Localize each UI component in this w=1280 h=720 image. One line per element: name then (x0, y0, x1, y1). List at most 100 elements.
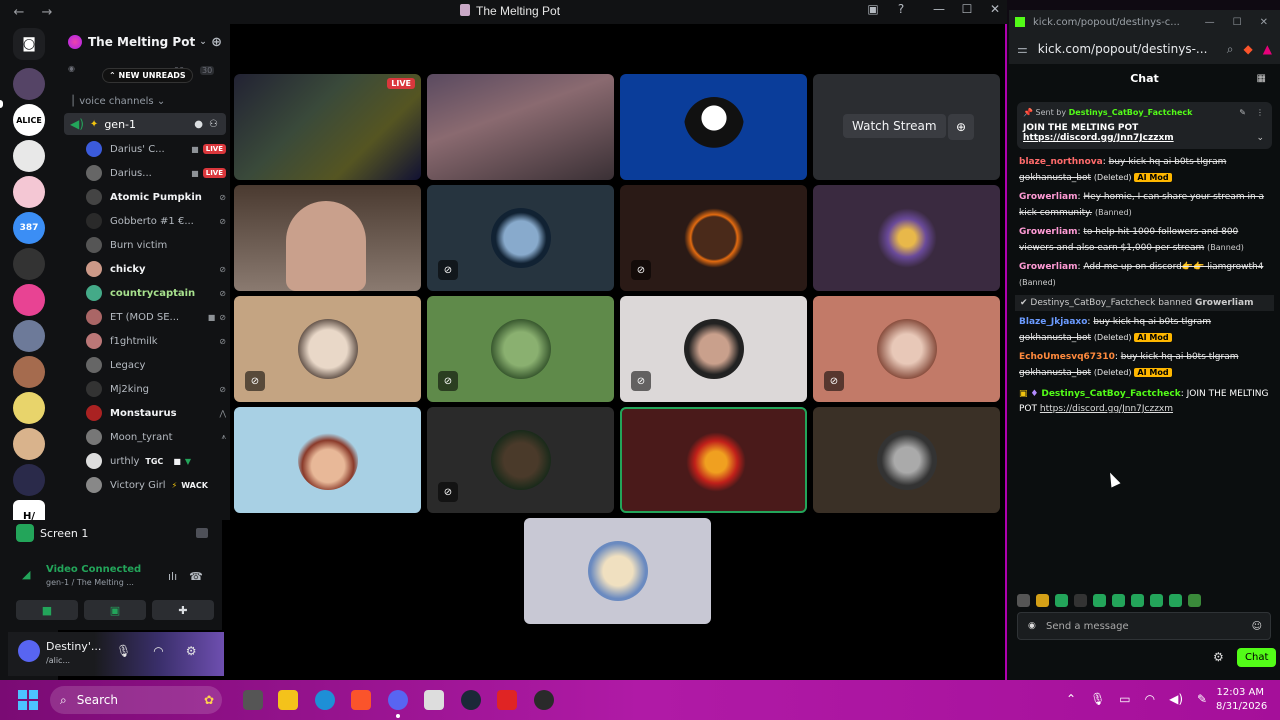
camera-tile[interactable] (234, 185, 421, 291)
noise-suppression-icon[interactable]: ılı (168, 570, 177, 583)
chat-settings-gear-icon[interactable]: ⚙ (1213, 650, 1224, 664)
watch-stream-button[interactable]: Watch Stream (843, 114, 946, 138)
close-screen-icon[interactable] (196, 528, 208, 538)
member-row[interactable]: Mj2king ⊘ (86, 379, 226, 399)
close-icon[interactable]: ✕ (1260, 17, 1268, 28)
server-icon[interactable] (13, 176, 45, 208)
emote-icon[interactable] (1131, 594, 1144, 607)
emote-icon[interactable] (1112, 594, 1125, 607)
emote-icon[interactable] (1093, 594, 1106, 607)
video-tile[interactable]: ⊘ (427, 185, 614, 291)
server-icon[interactable] (13, 68, 45, 100)
headphones-icon[interactable]: ◠ (153, 644, 163, 658)
new-unreads-pill[interactable]: ⌃ NEW UNREADS (102, 68, 193, 83)
voice-status[interactable]: Video Connected (46, 564, 141, 575)
edge-icon[interactable] (315, 690, 335, 710)
invite-user-icon[interactable]: ⊕ (211, 35, 222, 50)
member-row[interactable]: Atomic Pumpkin ⊘ (86, 187, 226, 207)
video-tile[interactable] (813, 407, 1000, 513)
close-icon[interactable]: ✕ (988, 2, 1002, 16)
microphone-icon[interactable]: 🎙 (116, 644, 131, 658)
server-icon[interactable] (13, 284, 45, 316)
brave-rewards-icon[interactable]: ▲ (1263, 42, 1272, 57)
emote-icon[interactable] (1055, 594, 1068, 607)
chat-message[interactable]: Blaze_Jkjaaxo: buy kick hq ai b0ts tlgra… (1019, 315, 1270, 346)
chat-bubble-icon[interactable]: ● (194, 119, 203, 130)
member-row[interactable]: Moon_tyrant ⩚ (86, 427, 226, 447)
voice-channel-gen-1[interactable]: ◀) ✦ gen-1 ● ⚇ (64, 113, 226, 135)
brave-icon[interactable] (351, 690, 371, 710)
taskbar-search[interactable]: ⌕ Search ✿ (50, 686, 222, 714)
member-row[interactable]: f1ghtmilk ⊘ (86, 331, 226, 351)
disconnect-icon[interactable]: ☎ (189, 570, 203, 583)
back-arrow-icon[interactable]: ← (10, 5, 28, 20)
forward-arrow-icon[interactable]: → (38, 5, 56, 20)
emote-icon[interactable] (1188, 594, 1201, 607)
pin-edit-icon[interactable]: ✎ (1239, 108, 1246, 117)
maximize-icon[interactable]: ☐ (1233, 17, 1242, 28)
member-row[interactable]: Darius' C... ■ LIVE (86, 139, 226, 159)
chat-username[interactable]: Blaze_Jkjaaxo (1019, 317, 1087, 327)
server-icon[interactable] (13, 140, 45, 172)
chat-message[interactable]: Growerliam: Add me up on discord👉👉 liamg… (1019, 260, 1270, 291)
member-row[interactable]: countrycaptain ⊘ (86, 283, 226, 303)
emoji-icon[interactable]: ☺ (1252, 621, 1262, 632)
video-tile[interactable]: ⊘ (234, 296, 421, 402)
minimize-icon[interactable]: — (932, 2, 946, 16)
video-tile[interactable] (620, 74, 807, 180)
chat-message[interactable]: blaze_northnova: buy kick hq ai b0ts tlg… (1019, 155, 1270, 186)
reply-icon[interactable]: ◉ (1028, 621, 1036, 631)
pinned-message[interactable]: 📌 Sent by Destinys_CatBoy_Factcheck ✎ ⋮ JO… (1017, 102, 1272, 149)
activities-button[interactable]: ✚ (152, 600, 214, 620)
chat-username[interactable]: EchoUmesvq67310 (1019, 352, 1115, 362)
chat-username[interactable]: Growerliam (1019, 262, 1078, 272)
brave-shield-icon[interactable]: ◆ (1244, 42, 1253, 57)
stream-tile-preview[interactable]: Watch Stream ⊕ (813, 74, 1000, 180)
camera-button[interactable]: ■ (16, 600, 78, 620)
chat-username[interactable]: Growerliam (1019, 192, 1078, 202)
more-icon[interactable]: ⋮ (1256, 108, 1264, 117)
task-view-icon[interactable] (243, 690, 263, 710)
microphone-icon[interactable]: 🎙 (1090, 692, 1105, 706)
maximize-icon[interactable]: ☐ (960, 2, 974, 16)
emote-icon[interactable] (1150, 594, 1163, 607)
member-row[interactable]: Gobberto #1 €... ⊘ (86, 211, 226, 231)
video-tile[interactable] (234, 407, 421, 513)
emote-icon[interactable] (1017, 594, 1030, 607)
server-icon-alice[interactable]: ALICE (13, 104, 45, 136)
battery-icon[interactable]: ▭ (1119, 692, 1130, 706)
emote-icon[interactable] (1036, 594, 1049, 607)
help-icon[interactable]: ? (894, 2, 908, 16)
wifi-icon[interactable]: ◠ (1145, 692, 1155, 706)
server-icon[interactable] (13, 464, 45, 496)
member-row[interactable]: Darius... ■ LIVE (86, 163, 226, 183)
browser-tab[interactable]: kick.com/popout/destinys-c... — ☐ ✕ (1009, 10, 1280, 34)
video-tile[interactable]: ⊘ (427, 296, 614, 402)
stream-tile[interactable] (427, 74, 614, 180)
chat-input[interactable]: ◉ Send a message ☺ (1017, 612, 1271, 640)
pen-icon[interactable]: ✎ (1197, 692, 1207, 706)
server-icon[interactable] (13, 248, 45, 280)
discord-home-icon[interactable]: ◙ (13, 28, 45, 60)
file-explorer-icon[interactable] (278, 690, 298, 710)
video-tile[interactable]: ⊘ (620, 185, 807, 291)
volume-icon[interactable]: ◀) (1169, 692, 1183, 706)
minimize-icon[interactable]: — (1205, 17, 1215, 28)
server-icon[interactable] (13, 428, 45, 460)
member-row[interactable]: Monstaurus ⋀ (86, 403, 226, 423)
chat-message[interactable]: Growerliam: to help hit 1000 followers a… (1019, 225, 1270, 256)
screen-share-button[interactable]: ▣ (84, 600, 146, 620)
avatar[interactable] (18, 640, 40, 662)
member-row[interactable]: chicky ⊘ (86, 259, 226, 279)
emote-icon[interactable] (1169, 594, 1182, 607)
inbox-icon[interactable]: ▣ (866, 2, 880, 16)
video-tile[interactable]: ⊘ (813, 296, 1000, 402)
server-icon[interactable] (13, 320, 45, 352)
obs-icon[interactable] (534, 690, 554, 710)
pinned-link[interactable]: https://discord.gg/Jnn7Jczzxm (1023, 133, 1266, 143)
emote-icon[interactable] (1074, 594, 1087, 607)
server-icon-387[interactable]: 387 (13, 212, 45, 244)
send-chat-button[interactable]: Chat (1237, 648, 1277, 667)
add-member-icon[interactable]: ⚇ (209, 119, 218, 130)
category-voice-channels[interactable]: │ voice channels ⌄ (70, 96, 165, 107)
